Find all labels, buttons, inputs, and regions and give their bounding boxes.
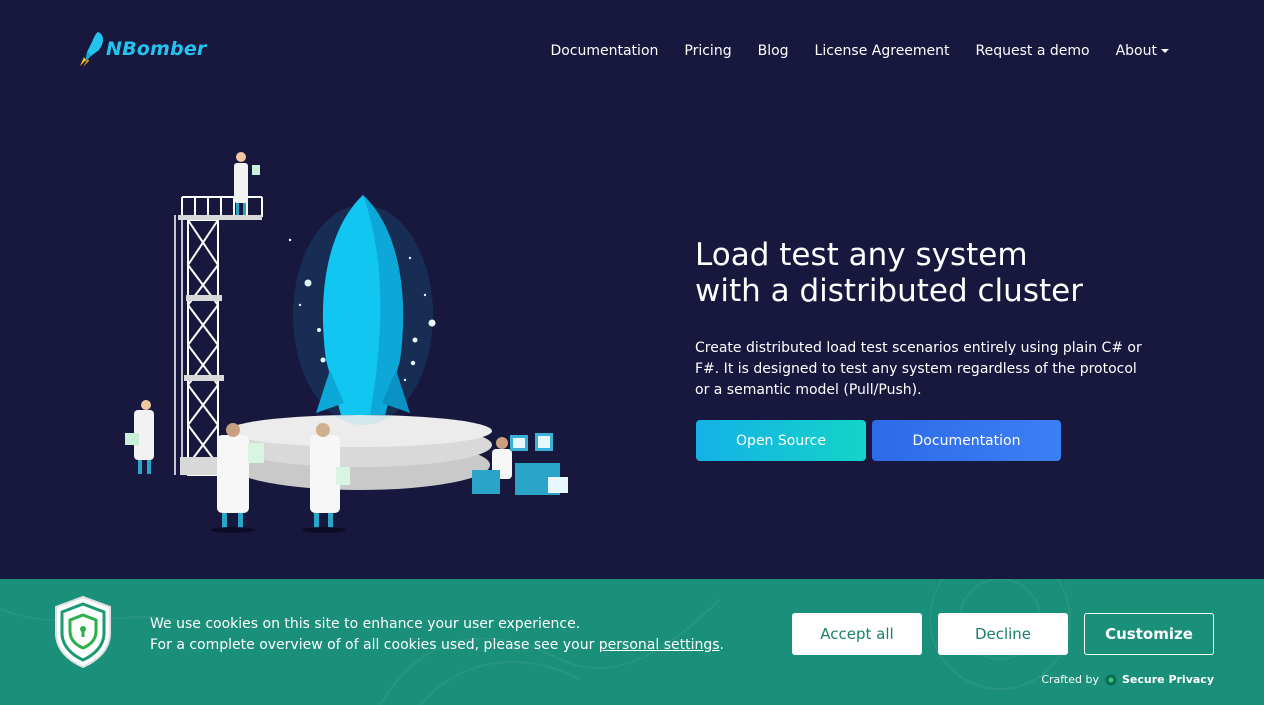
- cookie-banner: We use cookies on this site to enhance y…: [0, 579, 1264, 705]
- cookie-message-line1: We use cookies on this site to enhance y…: [150, 616, 581, 632]
- crafted-by-label: Crafted by: [1041, 673, 1099, 686]
- cookie-message-line2: For a complete overview of of all cookie…: [150, 635, 724, 656]
- nav-item-documentation[interactable]: Documentation: [550, 43, 658, 59]
- rocket-icon: [80, 32, 104, 67]
- main-nav: Documentation Pricing Blog License Agree…: [524, 43, 1169, 59]
- cookie-message-line2-end: .: [719, 637, 724, 653]
- brand-logo[interactable]: NBomber: [78, 30, 207, 68]
- hero-illustration: [125, 152, 568, 533]
- cookie-message-line2-text: For a complete overview of of all cookie…: [150, 637, 599, 653]
- secure-privacy-label: Secure Privacy: [1122, 673, 1214, 686]
- nav-item-about-label: About: [1115, 43, 1157, 59]
- secure-privacy-icon: [1105, 674, 1117, 685]
- hero-title-line2: with a distributed cluster: [695, 273, 1083, 309]
- decline-button[interactable]: Decline: [938, 613, 1068, 655]
- site-header: NBomber Documentation Pricing Blog Licen…: [0, 0, 1264, 106]
- personal-settings-link[interactable]: personal settings: [599, 637, 720, 653]
- cookie-message: We use cookies on this site to enhance y…: [150, 614, 724, 656]
- caret-down-icon: [1161, 49, 1169, 53]
- accept-all-button[interactable]: Accept all: [792, 613, 922, 655]
- shield-lock-icon: [55, 595, 111, 669]
- hero-title: Load test any system with a distributed …: [695, 237, 1215, 309]
- tower-beam: [186, 295, 222, 301]
- brand-name: NBomber: [106, 38, 207, 60]
- scientist-left: [125, 400, 154, 474]
- nav-item-license-agreement[interactable]: License Agreement: [815, 43, 950, 59]
- customize-button[interactable]: Customize: [1084, 613, 1214, 655]
- rocket: [293, 195, 433, 425]
- open-source-button[interactable]: Open Source: [696, 420, 866, 461]
- nav-item-blog[interactable]: Blog: [758, 43, 789, 59]
- nav-item-request-demo[interactable]: Request a demo: [976, 43, 1090, 59]
- hero-description: Create distributed load test scenarios e…: [695, 340, 1142, 398]
- hero-title-line1: Load test any system: [695, 237, 1028, 273]
- tower-beam: [184, 375, 224, 381]
- secure-privacy-link[interactable]: Secure Privacy: [1105, 673, 1214, 686]
- crafted-by: Crafted by Secure Privacy: [1041, 673, 1214, 686]
- nav-item-pricing[interactable]: Pricing: [684, 43, 731, 59]
- documentation-button[interactable]: Documentation: [872, 420, 1061, 461]
- tower-platform: [178, 215, 262, 220]
- nav-item-about[interactable]: About: [1116, 43, 1169, 59]
